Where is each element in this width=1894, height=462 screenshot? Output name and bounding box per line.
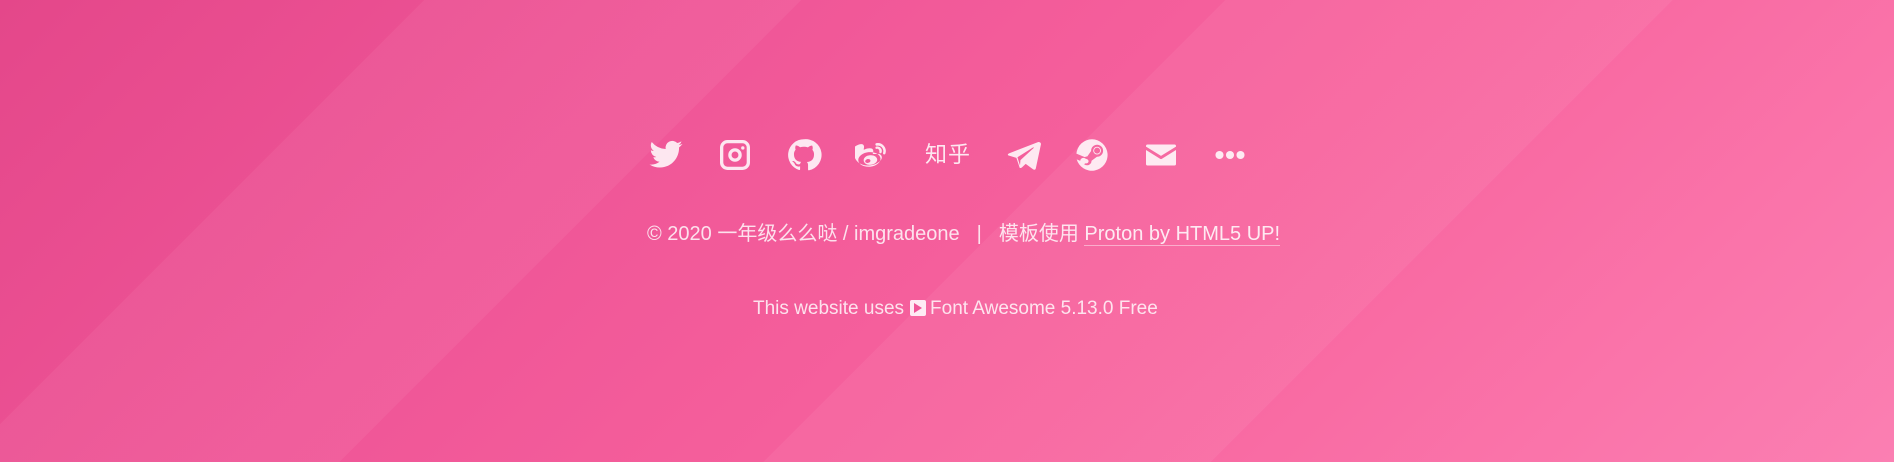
zhihu-label: 知乎 xyxy=(924,142,971,167)
copyright-text: © 2020 一年级么么哒 / imgradeone xyxy=(647,223,960,245)
font-awesome-prefix: This website uses xyxy=(753,298,905,319)
template-label: 模板使用 xyxy=(998,223,1079,245)
social-icons: 知乎 xyxy=(648,137,1248,173)
font-awesome-version: Font Awesome 5.13.0 Free xyxy=(930,298,1158,319)
more-icon[interactable] xyxy=(1212,137,1248,173)
font-awesome-flag-icon xyxy=(910,300,927,316)
telegram-icon[interactable] xyxy=(1005,137,1041,173)
zhihu-icon[interactable]: 知乎 xyxy=(924,137,972,173)
instagram-icon[interactable] xyxy=(717,137,753,173)
github-icon[interactable] xyxy=(786,137,822,173)
footer: 知乎 © 2020 一年级么么哒 / imgradeone | 模板使用 Proto… xyxy=(0,0,1894,462)
email-icon[interactable] xyxy=(1143,137,1179,173)
copyright-line: © 2020 一年级么么哒 / imgradeone | 模板使用 Proton b… xyxy=(647,219,1281,249)
twitter-icon[interactable] xyxy=(648,137,684,173)
steam-icon[interactable] xyxy=(1074,137,1110,173)
font-awesome-credit: This website uses Font Awesome 5.13.0 Fre… xyxy=(753,294,1158,324)
template-link[interactable]: Proton by HTML5 UP! xyxy=(1084,223,1281,246)
weibo-icon[interactable] xyxy=(855,137,891,173)
separator: | xyxy=(976,223,982,245)
